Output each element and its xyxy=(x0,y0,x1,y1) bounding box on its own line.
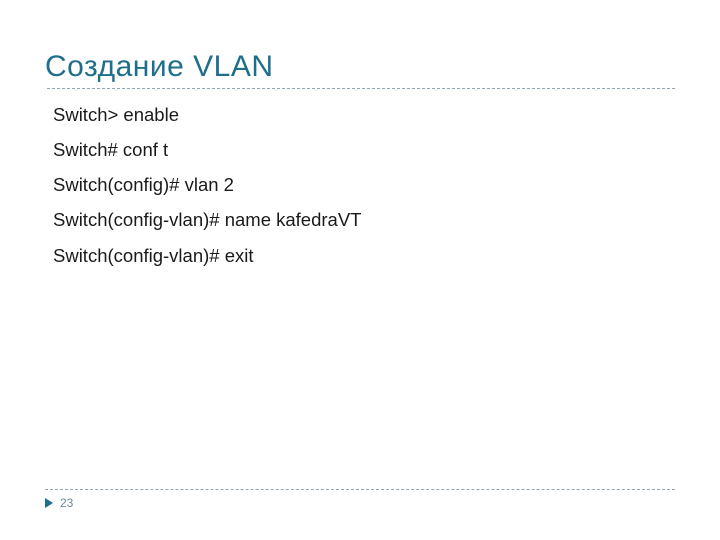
footer-row: 23 xyxy=(45,496,675,510)
terminal-line: Switch# conf t xyxy=(53,138,675,161)
terminal-line: Switch(config)# vlan 2 xyxy=(53,173,675,196)
footer-divider xyxy=(45,489,675,490)
terminal-line: Switch> enable xyxy=(53,103,675,126)
slide: Создание VLAN Switch> enable Switch# con… xyxy=(0,0,720,540)
title-divider xyxy=(47,88,675,89)
page-number: 23 xyxy=(60,496,73,510)
content-block: Switch> enable Switch# conf t Switch(con… xyxy=(45,103,675,267)
footer: 23 xyxy=(45,489,675,510)
slide-title: Создание VLAN xyxy=(45,50,675,84)
triangle-bullet-icon xyxy=(45,498,53,508)
terminal-line: Switch(config-vlan)# name kafedraVT xyxy=(53,208,675,231)
terminal-line: Switch(config-vlan)# exit xyxy=(53,244,675,267)
